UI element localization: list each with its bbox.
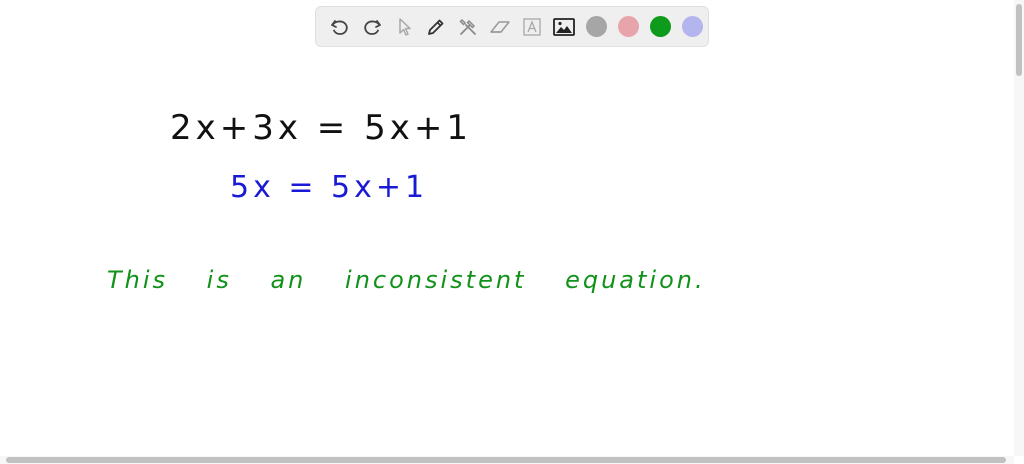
- text-button[interactable]: [516, 11, 548, 43]
- color-swatch-green[interactable]: [644, 11, 676, 43]
- whiteboard-canvas[interactable]: 2x+3x = 5x+1 5x = 5x+1 This is an incons…: [0, 0, 1024, 464]
- color-swatch-gray[interactable]: [580, 11, 612, 43]
- pen-icon: [425, 16, 447, 38]
- text-icon: [521, 16, 543, 38]
- horizontal-scrollbar-thumb[interactable]: [6, 457, 1006, 463]
- tools-icon: [457, 16, 479, 38]
- color-swatch: [585, 16, 607, 37]
- vertical-scrollbar[interactable]: [1014, 0, 1024, 456]
- drawing-toolbar: [315, 6, 709, 47]
- pen-button[interactable]: [420, 11, 452, 43]
- horizontal-scrollbar[interactable]: [0, 456, 1014, 464]
- color-swatch: [649, 16, 671, 37]
- undo-button[interactable]: [324, 11, 356, 43]
- vertical-scrollbar-thumb[interactable]: [1016, 4, 1022, 76]
- eraser-button[interactable]: [484, 11, 516, 43]
- color-swatch-lavender[interactable]: [676, 11, 708, 43]
- tools-button[interactable]: [452, 11, 484, 43]
- redo-button[interactable]: [356, 11, 388, 43]
- image-icon: [552, 16, 576, 38]
- undo-icon: [329, 16, 351, 38]
- color-swatch: [681, 16, 703, 37]
- color-swatch: [617, 16, 639, 37]
- eraser-icon: [488, 16, 512, 38]
- color-swatch-pink[interactable]: [612, 11, 644, 43]
- equation-line-1: 2x+3x = 5x+1: [170, 108, 472, 148]
- pointer-icon: [393, 16, 415, 38]
- image-button[interactable]: [548, 11, 580, 43]
- select-button[interactable]: [388, 11, 420, 43]
- equation-line-2: 5x = 5x+1: [230, 170, 429, 205]
- redo-icon: [361, 16, 383, 38]
- conclusion-text: This is an inconsistent equation.: [107, 266, 706, 294]
